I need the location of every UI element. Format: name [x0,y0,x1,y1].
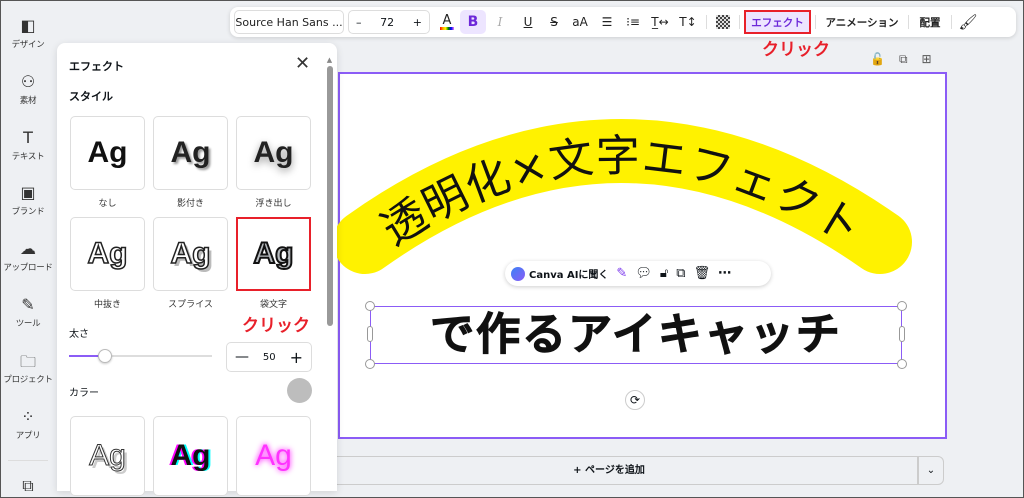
resize-handle[interactable] [897,359,907,369]
effects-panel: エフェクト ✕ スタイル Ag Ag Ag なし 影付き 浮き出し Ag Ag … [57,43,337,491]
style-shadow[interactable]: Ag [153,116,228,190]
resize-handle[interactable] [365,301,375,311]
main-heading-text[interactable]: で作るアイキャッチ [371,307,901,363]
resize-handle[interactable] [897,301,907,311]
style-label: 影付き [153,196,228,209]
slider-thumb[interactable] [98,349,112,363]
context-toolbar: Canva AIに聞く ✎ 💬︎ 🔓︎ ⧉ 🗑︎ ⋯ [505,261,771,286]
thickness-value[interactable]: 50 [263,352,276,363]
style-lift[interactable]: Ag [236,116,311,190]
style-echo[interactable]: Ag [70,416,145,496]
scrollbar-thumb [327,66,333,326]
style-label: なし [70,196,145,209]
increase-icon[interactable]: + [290,348,303,367]
color-swatch[interactable] [287,378,312,403]
close-icon[interactable]: ✕ [295,53,310,74]
duplicate-icon[interactable]: ⧉ [676,266,685,281]
thickness-label: 太さ [69,325,89,340]
style-neon[interactable]: Ag [236,416,311,496]
comment-icon[interactable]: 💬︎ [635,266,652,281]
add-page-button[interactable]: + ページを追加 [300,456,918,485]
annotation-click-style: クリック [242,311,310,336]
color-label: カラー [69,384,99,399]
style-section-title: スタイル [69,88,113,104]
style-none[interactable]: Ag [70,116,145,190]
resize-handle[interactable] [365,359,375,369]
thickness-stepper: — 50 + [226,342,312,372]
side-handle[interactable] [899,326,905,342]
svg-text:透明化×文字エフェクト: 透明化×文字エフェクト [373,131,871,256]
side-handle[interactable] [367,326,373,342]
style-label: 袋文字 [236,297,311,310]
style-label: 浮き出し [236,196,311,209]
style-outline[interactable]: Ag [236,217,311,291]
ask-canva-ai-button[interactable]: Canva AIに聞く [529,266,608,281]
panel-title: エフェクト [69,58,124,74]
magic-pen-icon[interactable]: ✎ [616,266,627,281]
style-glitch[interactable]: Ag [153,416,228,496]
chevron-down-icon[interactable]: ⌄ [918,456,944,485]
rotate-icon[interactable]: ⟳ [625,390,645,410]
lock-icon[interactable]: 🔓︎ [660,266,668,281]
style-hollow[interactable]: Ag [70,217,145,291]
canva-ai-logo-icon [511,267,525,281]
decrease-icon[interactable]: — [235,349,249,365]
style-splice[interactable]: Ag [153,217,228,291]
style-label: スプライス [153,297,228,310]
trash-icon[interactable]: 🗑︎ [694,266,711,281]
more-icon[interactable]: ⋯ [718,266,731,281]
thickness-slider[interactable] [69,355,212,357]
style-label: 中抜き [70,297,145,310]
selected-text-box[interactable]: で作るアイキャッチ [370,306,902,364]
arc-text: 透明化×文字エフェクト [373,131,871,256]
scroll-up-icon: ▲ [325,56,334,64]
panel-scrollbar[interactable]: ▲ [325,56,334,486]
